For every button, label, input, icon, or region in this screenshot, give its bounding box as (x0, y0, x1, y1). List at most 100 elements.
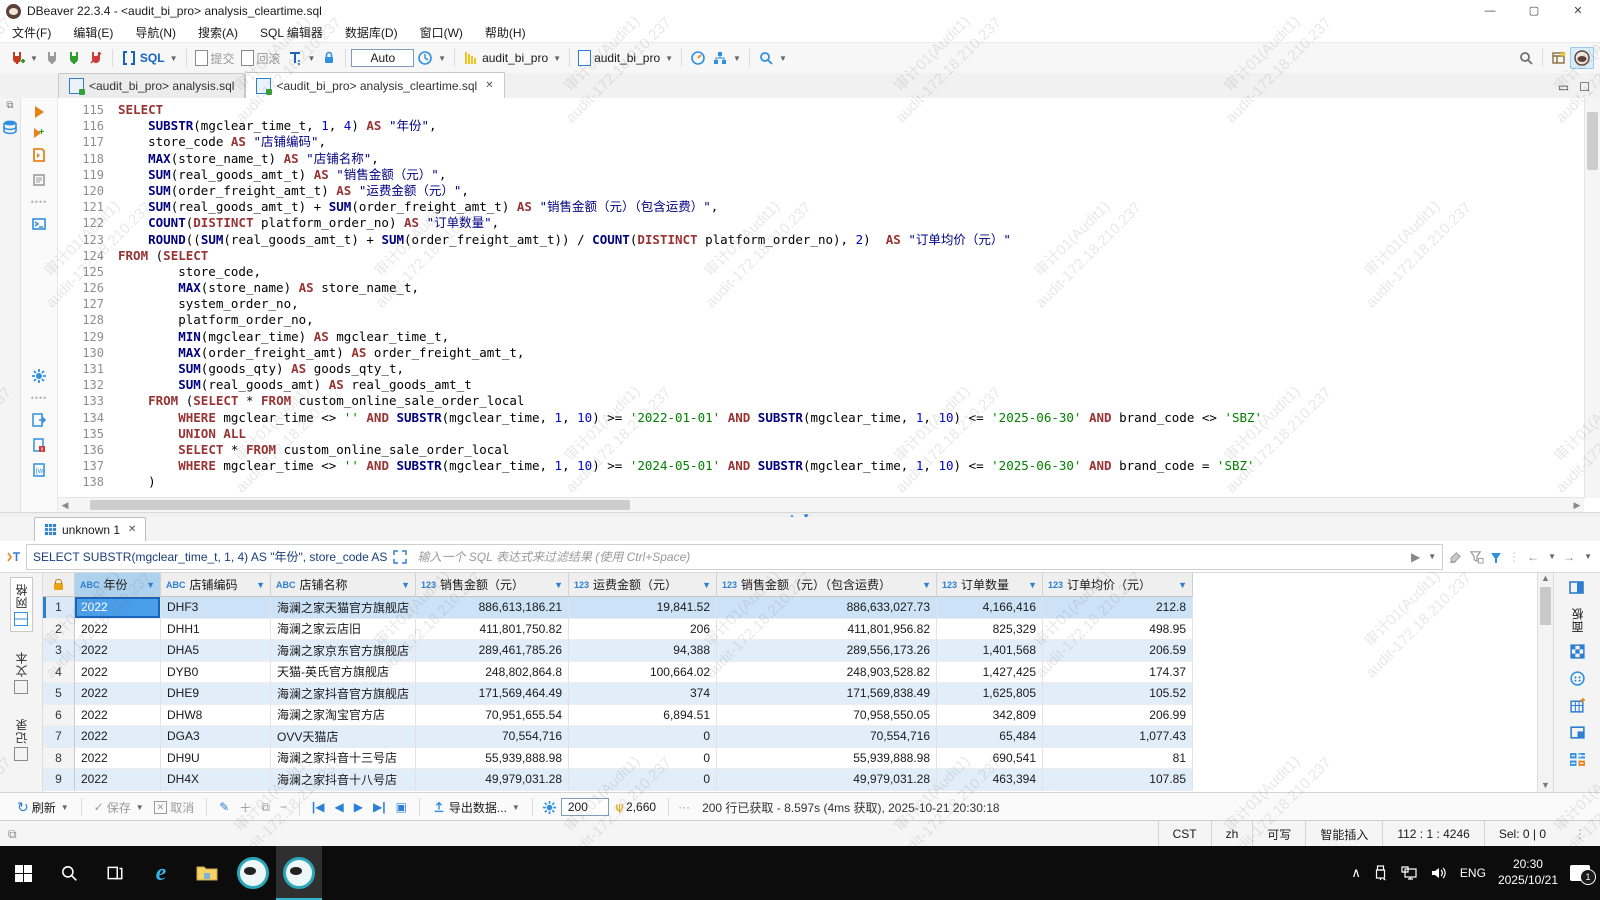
new-connection-button[interactable]: ▼ (6, 48, 41, 68)
scroll-left-icon[interactable]: ◀ (58, 500, 72, 511)
execute-script-icon[interactable] (31, 147, 47, 163)
grid-cell[interactable]: 100,664.02 (569, 662, 717, 684)
grid-corner-header[interactable] (43, 573, 75, 597)
autocommit-selector[interactable]: Auto (351, 49, 414, 67)
grid-cell[interactable]: 94,388 (569, 640, 717, 662)
code-line[interactable]: 129 MIN(mgclear_time) AS mgclear_time_t, (58, 329, 1584, 345)
query-log-icon[interactable]: (w) (31, 462, 47, 478)
grid-cell[interactable]: 海澜之家抖音十三号店 (271, 748, 416, 770)
row-number[interactable]: 8 (43, 748, 75, 770)
grid-cell[interactable]: 206 (569, 619, 717, 641)
add-row-icon[interactable]: ＋ (236, 797, 254, 818)
disconnect-button[interactable] (41, 48, 63, 68)
code-line[interactable]: 134 WHERE mgclear_time <> '' AND SUBSTR(… (58, 410, 1584, 426)
statusbar-item-0[interactable]: CST (1158, 821, 1211, 847)
history-back-icon[interactable]: ← (1527, 550, 1539, 564)
grid-cell[interactable]: 248,802,864.8 (416, 662, 569, 684)
result-view-tab-record[interactable]: 记录 (11, 713, 32, 766)
row-number[interactable]: 7 (43, 726, 75, 748)
grid-cell[interactable]: 70,958,550.05 (717, 705, 937, 727)
grid-cell[interactable]: DYB0 (161, 662, 271, 684)
menu-item-6[interactable]: 窗口(W) (420, 24, 463, 41)
close-button[interactable]: ✕ (1556, 0, 1600, 22)
commit-button[interactable]: 提交 (192, 48, 238, 69)
network-profile-button[interactable]: ▼ (709, 48, 744, 68)
grid-cell[interactable]: 206.99 (1043, 705, 1193, 727)
notification-center-icon[interactable]: 1 (1570, 865, 1590, 881)
next-row-icon[interactable]: ▶ (351, 798, 366, 816)
error-log-icon[interactable] (31, 437, 47, 453)
taskbar-search-button[interactable] (46, 846, 92, 900)
code-line[interactable]: 136 SELECT * FROM custom_online_sale_ord… (58, 442, 1584, 458)
edit-cell-icon[interactable]: ✎ (216, 798, 232, 816)
connection-selector[interactable]: audit_bi_pro ▼ (460, 48, 564, 68)
code-line[interactable]: 119 SUM(real_goods_amt_t) AS "销售金额（元）", (58, 167, 1584, 183)
column-filter-icon[interactable]: ▼ (146, 580, 155, 590)
custom-filter-icon[interactable] (1491, 553, 1501, 560)
panels-icon[interactable] (1568, 579, 1586, 597)
menu-item-7[interactable]: 帮助(H) (485, 24, 526, 41)
execute-new-tab-icon[interactable]: + (34, 127, 45, 138)
column-header-7[interactable]: 123订单数量▼ (937, 573, 1043, 597)
column-filter-icon[interactable]: ▼ (702, 580, 711, 590)
references-icon[interactable] (1569, 724, 1586, 741)
task-view-button[interactable] (92, 846, 138, 900)
language-indicator[interactable]: ENG (1460, 866, 1486, 880)
grid-cell[interactable]: 海澜之家天猫官方旗舰店 (271, 597, 416, 619)
statusbar-item-3[interactable]: 智能插入 (1305, 821, 1382, 847)
scroll-down-icon[interactable]: ▼ (1538, 780, 1553, 790)
column-filter-icon[interactable]: ▼ (401, 580, 410, 590)
grid-cell[interactable]: 342,809 (937, 705, 1043, 727)
editor-horizontal-scrollbar[interactable]: ◀ ▶ (58, 497, 1584, 512)
taskbar-clock[interactable]: 20:30 2025/10/21 (1498, 857, 1558, 888)
statusbar-item-5[interactable]: Sel: 0 | 0 (1484, 821, 1560, 847)
dbeaver-taskbar-button[interactable] (230, 846, 276, 900)
grid-cell[interactable]: 2022 (75, 683, 161, 705)
goto-row-icon[interactable]: ▣ (393, 798, 410, 816)
grid-cell[interactable]: 2022 (75, 705, 161, 727)
delete-row-icon[interactable]: − (277, 798, 290, 816)
code-line[interactable]: 132 SUM(real_goods_amt) AS real_goods_am… (58, 377, 1584, 393)
grid-cell[interactable]: 0 (569, 726, 717, 748)
window-stack-icon[interactable]: ⧉ (0, 827, 17, 842)
column-header-1[interactable]: ABC年份▼ (75, 573, 161, 597)
menu-item-0[interactable]: 文件(F) (12, 24, 51, 41)
grid-cell[interactable]: 690,541 (937, 748, 1043, 770)
grid-cell[interactable]: 海澜之家云店旧 (271, 619, 416, 641)
column-filter-icon[interactable]: ▼ (922, 580, 931, 590)
grid-cell[interactable]: 463,394 (937, 769, 1043, 791)
grid-cell[interactable]: 2022 (75, 662, 161, 684)
grid-cell[interactable]: 212.8 (1043, 597, 1193, 619)
grid-cell[interactable]: 886,633,027.73 (717, 597, 937, 619)
database-navigator-icon[interactable] (2, 119, 18, 135)
code-line[interactable]: 131 SUM(goods_qty) AS goods_qty_t, (58, 361, 1584, 377)
code-line[interactable]: 125 store_code, (58, 264, 1584, 280)
grid-cell[interactable]: 374 (569, 683, 717, 705)
grid-cell[interactable]: 171,569,464.49 (416, 683, 569, 705)
grid-cell[interactable]: DHE9 (161, 683, 271, 705)
restore-panel-icon[interactable]: ⧉ (6, 100, 13, 111)
start-button[interactable] (0, 846, 46, 900)
code-line[interactable]: 121 SUM(real_goods_amt_t) + SUM(order_fr… (58, 199, 1584, 215)
global-search-button[interactable] (1515, 48, 1537, 68)
usb-icon[interactable] (1373, 865, 1388, 881)
transaction-mode-button[interactable]: ▼ (284, 48, 319, 68)
grid-cell[interactable]: DHF3 (161, 597, 271, 619)
file-explorer-button[interactable] (184, 846, 230, 900)
editor-tab-analysis-cleartime[interactable]: <audit_bi_pro> analysis_cleartime.sql ✕ (245, 72, 504, 99)
scroll-up-icon[interactable]: ▲ (1538, 573, 1553, 583)
first-row-icon[interactable]: |◀ (309, 798, 328, 816)
grid-settings-gear-icon[interactable] (542, 800, 557, 815)
prev-row-icon[interactable]: ◀ (332, 798, 347, 816)
maximize-button[interactable]: ▢ (1512, 0, 1556, 22)
value-viewer-icon[interactable] (1569, 643, 1586, 660)
code-line[interactable]: 115SELECT (58, 102, 1584, 118)
history-forward-icon[interactable]: → (1563, 550, 1575, 564)
grid-cell[interactable]: 289,556,173.26 (717, 640, 937, 662)
column-header-5[interactable]: 123运费金额（元）▼ (569, 573, 717, 597)
transaction-log-button[interactable]: ▼ (414, 48, 449, 68)
output-view-icon[interactable] (31, 412, 47, 428)
column-filter-icon[interactable]: ▼ (256, 580, 265, 590)
grid-cell[interactable]: 1,077.43 (1043, 726, 1193, 748)
grid-cell[interactable]: 19,841.52 (569, 597, 717, 619)
